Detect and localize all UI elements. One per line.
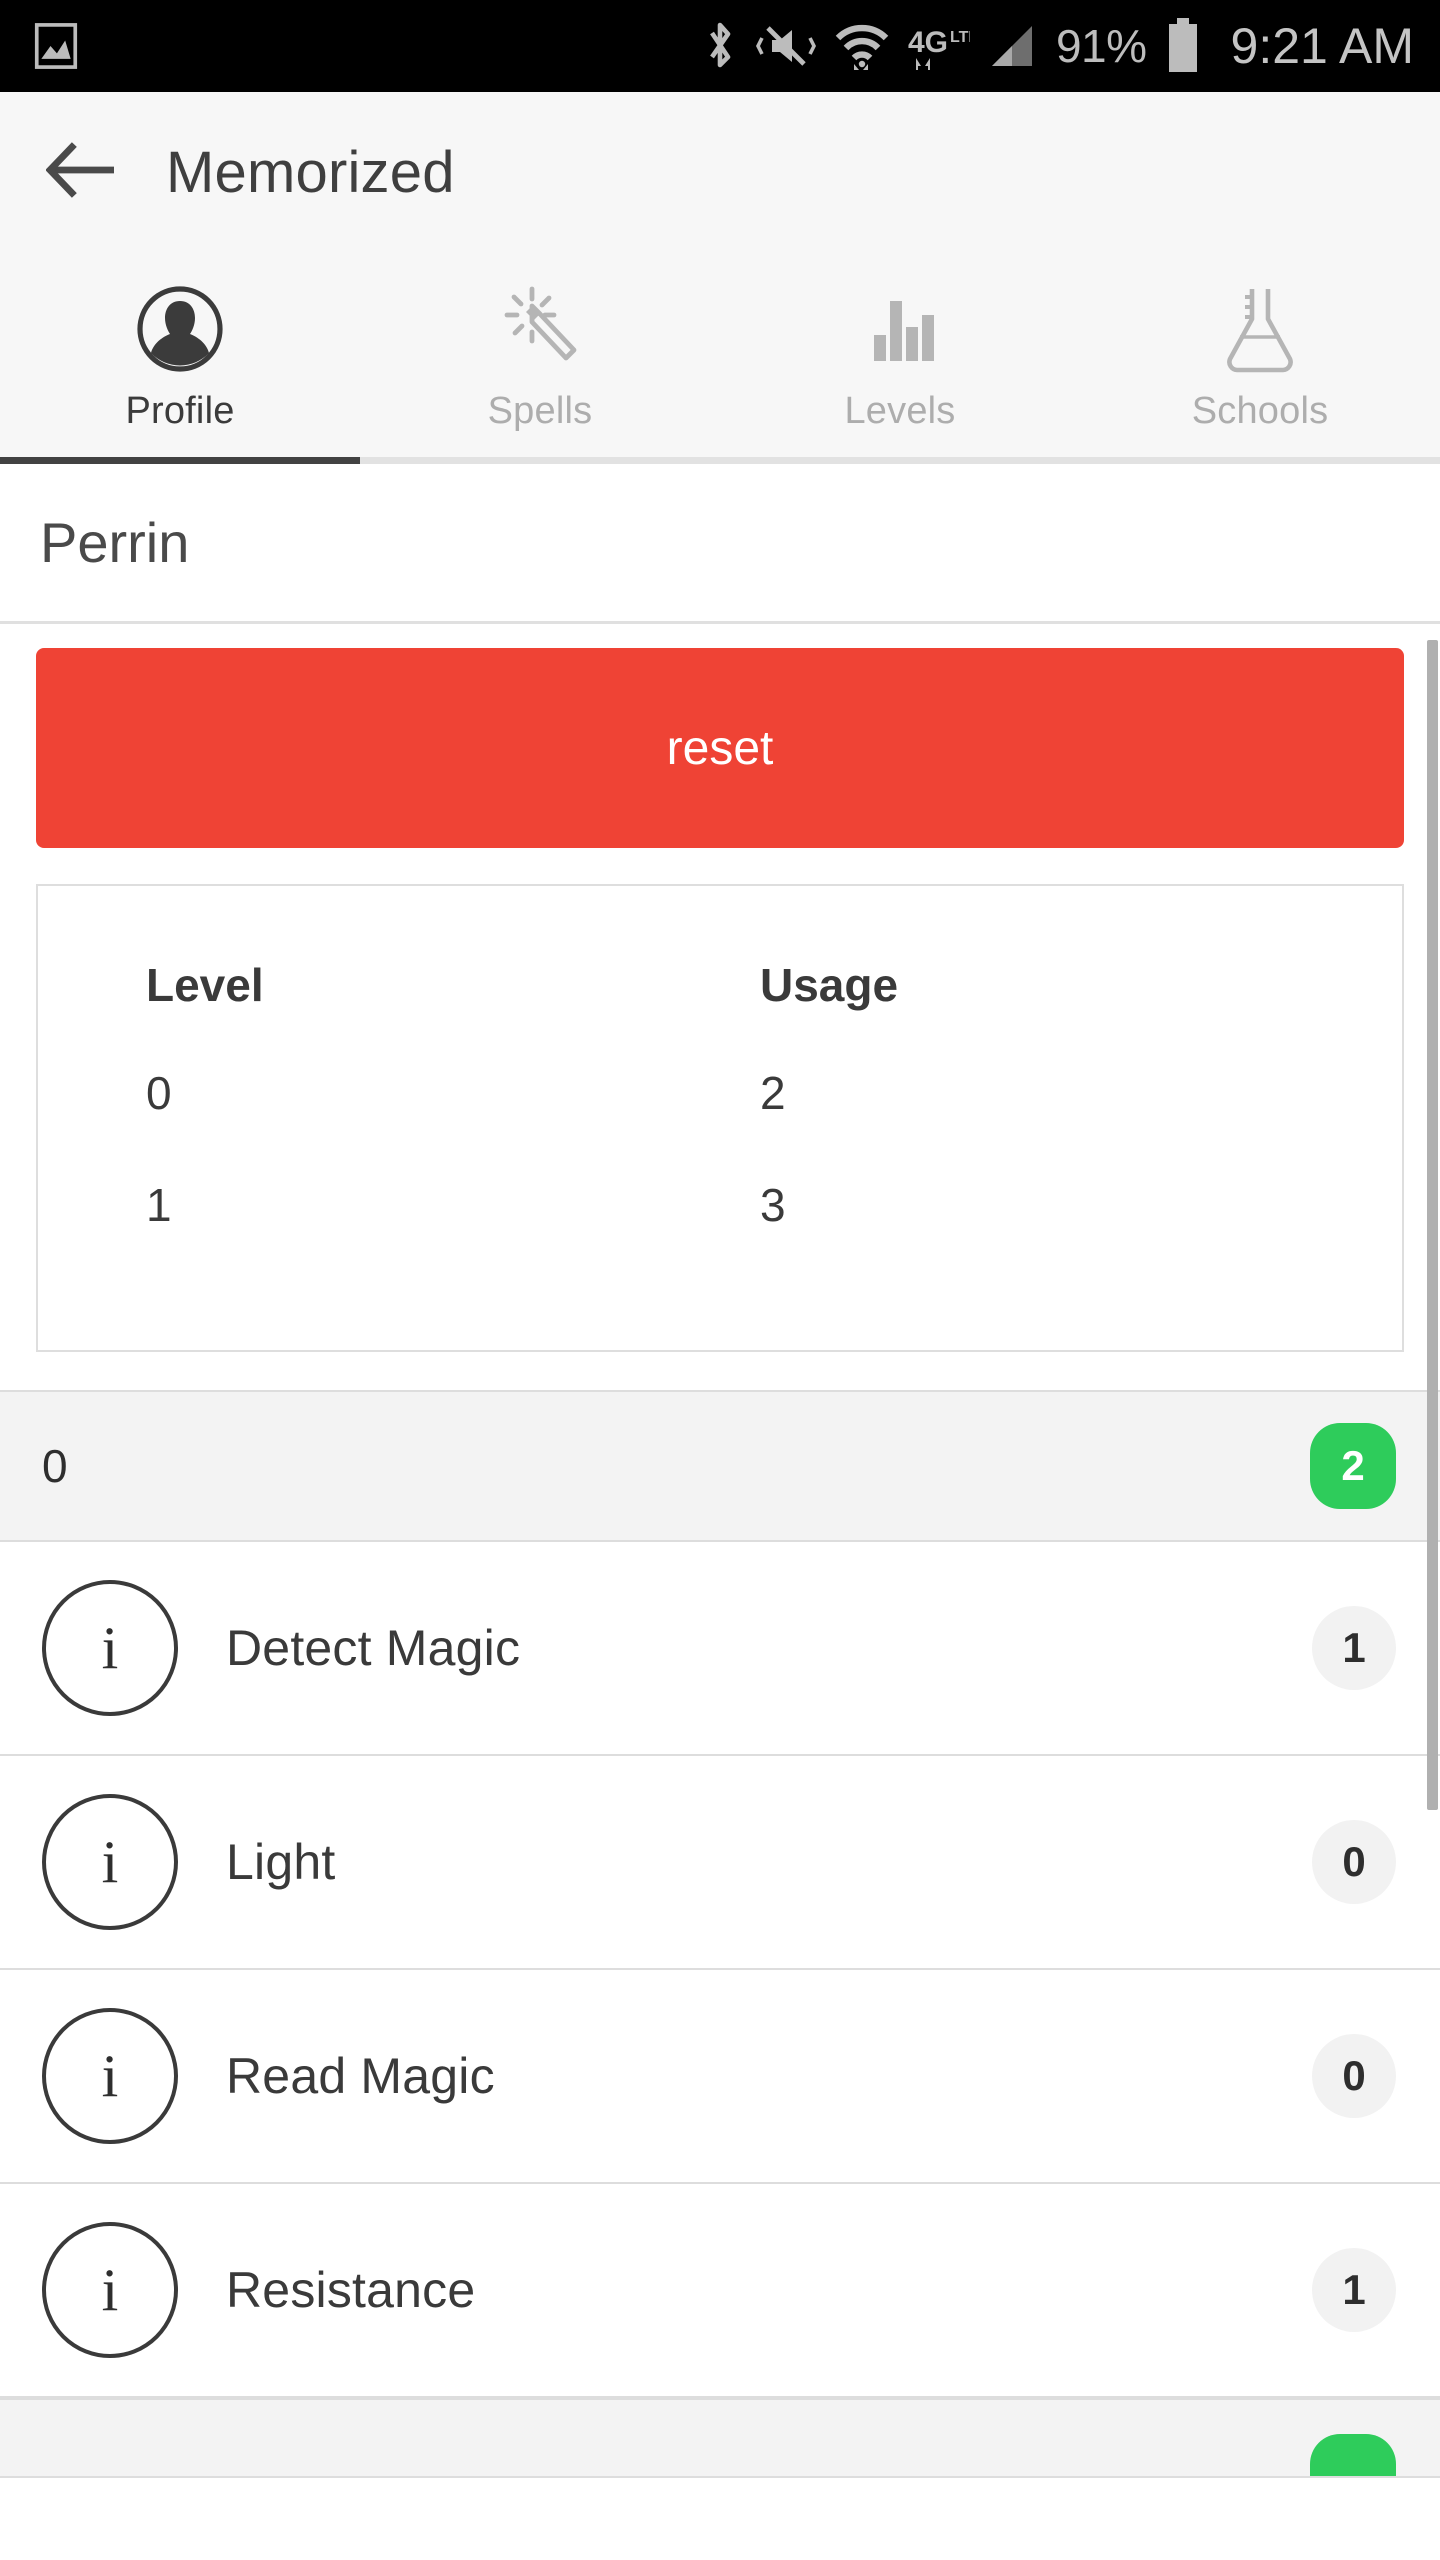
usage-table: Level Usage 0 2 1 3 <box>38 958 1402 1290</box>
info-circle-icon[interactable]: i <box>42 2008 178 2144</box>
status-badge: 2 <box>1310 1423 1396 1509</box>
wifi-icon <box>834 22 890 70</box>
character-name-row: Perrin <box>0 464 1440 624</box>
usage-table-body: 0 2 1 3 <box>38 1066 1402 1290</box>
table-row: 0 2 <box>38 1066 1402 1178</box>
usage-cell-level: 1 <box>146 1179 172 1231</box>
tab-levels[interactable]: Levels <box>720 252 1080 464</box>
scroll-content: reset Level Usage 0 2 1 3 0 2 i Detect M… <box>0 624 1440 2557</box>
usage-cell-usage: 2 <box>760 1067 786 1119</box>
list-item[interactable]: i Resistance 1 <box>0 2184 1440 2398</box>
tab-divider <box>0 457 1440 464</box>
tab-schools[interactable]: Schools <box>1080 252 1440 464</box>
list-item[interactable]: i Detect Magic 1 <box>0 1542 1440 1756</box>
4g-lte-icon: 4G LTE <box>908 22 970 70</box>
spell-group-header[interactable]: 0 2 <box>0 1390 1440 1542</box>
spell-count-badge[interactable]: 1 <box>1312 1606 1396 1690</box>
active-tab-indicator <box>0 457 360 464</box>
tab-spells[interactable]: Spells <box>360 252 720 464</box>
tab-bar: Profile Spells Levels Schools <box>0 252 1440 464</box>
tab-profile[interactable]: Profile <box>0 252 360 464</box>
signal-bars-icon <box>988 22 1038 70</box>
spell-count-badge[interactable]: 0 <box>1312 2034 1396 2118</box>
status-bar-clock: 9:21 AM <box>1230 18 1414 74</box>
page-title: Memorized <box>166 139 455 205</box>
spell-name: Resistance <box>226 2262 476 2318</box>
flask-icon <box>1212 274 1308 384</box>
status-bar-left <box>34 22 78 70</box>
status-badge-next <box>1310 2434 1396 2476</box>
spell-group-header-next[interactable] <box>0 2398 1440 2478</box>
svg-text:LTE: LTE <box>950 29 970 46</box>
battery-percent: 91% <box>1055 20 1147 72</box>
table-row: 1 3 <box>38 1178 1402 1290</box>
reset-button-wrap: reset <box>0 648 1440 848</box>
spell-list: 0 2 i Detect Magic 1 i Light 0 i Read Ma… <box>0 1390 1440 2478</box>
list-item[interactable]: i Read Magic 0 <box>0 1970 1440 2184</box>
status-bar: 4G LTE 91% 9:21 AM <box>0 0 1440 92</box>
back-button[interactable] <box>36 126 128 218</box>
info-circle-icon[interactable]: i <box>42 1580 178 1716</box>
magic-wand-icon <box>492 274 588 384</box>
person-circle-icon <box>132 274 228 384</box>
bar-chart-icon <box>852 274 948 384</box>
usage-cell-level: 0 <box>146 1067 172 1119</box>
battery-icon <box>1165 18 1201 74</box>
tab-spells-label: Spells <box>487 390 593 432</box>
spell-count-badge[interactable]: 1 <box>1312 2248 1396 2332</box>
scrollbar[interactable] <box>1426 624 1440 2557</box>
back-arrow-icon <box>45 141 118 204</box>
usage-table-head: Level Usage <box>38 958 1402 1066</box>
usage-cell-usage: 3 <box>760 1179 786 1231</box>
spell-count-badge[interactable]: 0 <box>1312 1820 1396 1904</box>
usage-table-header-usage: Usage <box>760 959 899 1011</box>
app-bar: Memorized <box>0 92 1440 252</box>
list-item[interactable]: i Light 0 <box>0 1756 1440 1970</box>
content-inner: reset Level Usage 0 2 1 3 0 2 i Detect M… <box>0 624 1440 2478</box>
tab-schools-label: Schools <box>1191 390 1329 432</box>
usage-table-header-level: Level <box>146 959 264 1011</box>
usage-table-card: Level Usage 0 2 1 3 <box>36 884 1404 1352</box>
info-circle-icon[interactable]: i <box>42 1794 178 1930</box>
tab-levels-label: Levels <box>844 390 956 432</box>
bluetooth-icon <box>702 19 738 73</box>
scrollbar-thumb[interactable] <box>1427 640 1438 1810</box>
status-bar-right: 4G LTE 91% 9:21 AM <box>702 17 1414 75</box>
spell-name: Read Magic <box>226 2048 495 2104</box>
character-name: Perrin <box>40 511 190 574</box>
image-icon <box>34 22 78 70</box>
info-circle-icon[interactable]: i <box>42 2222 178 2358</box>
spell-name: Detect Magic <box>226 1620 521 1676</box>
reset-button[interactable]: reset <box>36 648 1404 848</box>
vibrate-mute-icon <box>755 20 816 72</box>
spell-group-level: 0 <box>42 1440 68 1492</box>
spell-name: Light <box>226 1834 336 1890</box>
usage-table-header-row: Level Usage <box>38 958 1402 1066</box>
svg-text:4G: 4G <box>908 26 948 59</box>
tab-profile-label: Profile <box>125 390 235 432</box>
